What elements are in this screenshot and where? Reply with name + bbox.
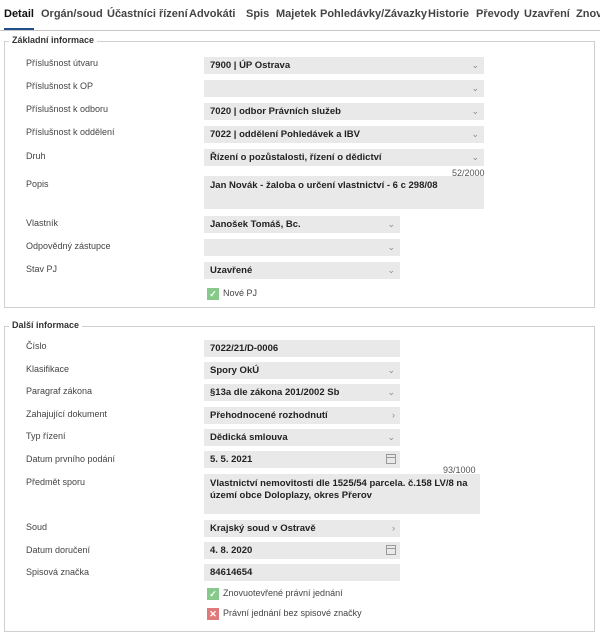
label-cislo: Číslo: [26, 341, 47, 351]
textarea-predmet-sporu[interactable]: Vlastnictví nemovitosti dle 1525/54 parc…: [204, 474, 480, 514]
tab-znovuotevreni[interactable]: Znov: [576, 0, 600, 30]
label-prislusnost-utvaru: Příslušnost útvaru: [26, 58, 99, 68]
label-prislusnost-op: Příslušnost k OP: [26, 81, 94, 91]
input-cislo[interactable]: 7022/21/D-0006: [204, 340, 400, 357]
value-datum-prvniho-podani: 5. 5. 2021: [210, 454, 253, 465]
label-paragraf-zakona: Paragraf zákona: [26, 386, 93, 396]
value-klasifikace: Spory OkÚ: [210, 365, 260, 376]
cross-icon: ✕: [207, 607, 219, 620]
label-nove-pj: Nové PJ: [223, 288, 258, 298]
select-druh[interactable]: Řízení o pozůstalosti, řízení o dědictví…: [204, 149, 484, 166]
value-prislusnost-oddeleni: 7022 | oddělení Pohledávek a IBV: [210, 129, 360, 140]
checkbox-znovuotevrene-pravni-jednani[interactable]: ✓ Znovuotevřené právní jednání: [207, 586, 343, 600]
value-soud: Krajský soud v Ostravě: [210, 523, 316, 534]
value-prislusnost-utvaru: 7900 | ÚP Ostrava: [210, 60, 291, 71]
chevron-down-icon: ⌄: [471, 106, 479, 116]
select-paragraf-zakona[interactable]: §13a dle zákona 201/2002 Sb ⌄: [204, 384, 400, 401]
label-datum-prvniho-podani: Datum prvního podání: [26, 454, 116, 464]
label-zahajujici-dokument: Zahajující dokument: [26, 409, 108, 419]
label-datum-doruceni: Datum doručení: [26, 545, 91, 555]
select-vlastnik[interactable]: Janošek Tomáš, Bc. ⌄: [204, 216, 400, 233]
chevron-down-icon: ⌄: [387, 432, 395, 442]
chevron-right-icon: ›: [392, 523, 395, 533]
tab-historie[interactable]: Historie: [428, 0, 469, 30]
textarea-popis[interactable]: Jan Novák - žaloba o určení vlastnictví …: [204, 176, 484, 209]
label-typ-rizeni: Typ řízení: [26, 431, 66, 441]
date-datum-prvniho-podani[interactable]: 5. 5. 2021: [204, 451, 400, 468]
select-klasifikace[interactable]: Spory OkÚ ⌄: [204, 362, 400, 379]
tab-prevody[interactable]: Převody: [476, 0, 519, 30]
checkbox-nove-pj[interactable]: ✓ Nové PJ: [207, 286, 257, 300]
checkmark-icon: ✓: [207, 287, 219, 300]
label-klasifikace: Klasifikace: [26, 364, 70, 374]
select-stav-pj[interactable]: Uzavřené ⌄: [204, 262, 400, 279]
calendar-icon[interactable]: [386, 454, 396, 464]
label-vlastnik: Vlastník: [26, 218, 59, 228]
label-soud: Soud: [26, 522, 48, 532]
chevron-right-icon: ›: [392, 410, 395, 420]
tab-bar: Detail Orgán/soud Účastníci řízení Advok…: [0, 0, 600, 31]
chevron-down-icon: ⌄: [471, 83, 479, 93]
basic-info-title: Základní informace: [9, 35, 98, 45]
value-datum-doruceni: 4. 8. 2020: [210, 545, 253, 556]
tab-uzavreni[interactable]: Uzavření: [524, 0, 570, 30]
tab-advokati[interactable]: Advokáti: [189, 0, 235, 30]
select-prislusnost-oddeleni[interactable]: 7022 | oddělení Pohledávek a IBV ⌄: [204, 126, 484, 143]
label-prislusnost-odbor: Příslušnost k odboru: [26, 104, 109, 114]
chevron-down-icon: ⌄: [387, 365, 395, 375]
chevron-down-icon: ⌄: [471, 152, 479, 162]
value-zahajujici-dokument: Přehodnocené rozhodnutí: [210, 410, 328, 421]
label-prislusnost-oddeleni: Příslušnost k oddělení: [26, 127, 115, 137]
value-stav-pj: Uzavřené: [210, 265, 253, 276]
value-druh: Řízení o pozůstalosti, řízení o dědictví: [210, 152, 382, 163]
value-prislusnost-odbor: 7020 | odbor Právních služeb: [210, 106, 341, 117]
label-spisova-znacka: Spisová značka: [26, 567, 90, 577]
checkbox-bez-spisove-znacky[interactable]: ✕ Právní jednání bez spisové značky: [207, 606, 362, 620]
label-znovuotevrene-pravni-jednani: Znovuotevřené právní jednání: [223, 588, 343, 598]
label-odpovedny-zastupce: Odpovědný zástupce: [26, 241, 111, 251]
value-paragraf-zakona: §13a dle zákona 201/2002 Sb: [210, 387, 340, 398]
label-druh: Druh: [26, 151, 46, 161]
tab-pohledavky-zavazky[interactable]: Pohledávky/Závazky: [320, 0, 427, 30]
date-datum-doruceni[interactable]: 4. 8. 2020: [204, 542, 400, 559]
tab-organ-soud[interactable]: Orgán/soud: [41, 0, 103, 30]
select-zahajujici-dokument[interactable]: Přehodnocené rozhodnutí ›: [204, 407, 400, 424]
input-spisova-znacka[interactable]: 84614654: [204, 564, 400, 581]
tab-spis[interactable]: Spis: [246, 0, 269, 30]
label-popis: Popis: [26, 179, 49, 189]
select-soud[interactable]: Krajský soud v Ostravě ›: [204, 520, 400, 537]
select-odpovedny-zastupce[interactable]: ⌄: [204, 239, 400, 256]
select-prislusnost-odbor[interactable]: 7020 | odbor Právních služeb ⌄: [204, 103, 484, 120]
label-stav-pj: Stav PJ: [26, 264, 58, 274]
label-predmet-sporu: Předmět sporu: [26, 477, 86, 487]
chevron-down-icon: ⌄: [387, 265, 395, 275]
calendar-icon[interactable]: [386, 545, 396, 555]
value-typ-rizeni: Dědická smlouva: [210, 432, 288, 443]
chevron-down-icon: ⌄: [471, 129, 479, 139]
select-prislusnost-op[interactable]: ⌄: [204, 80, 484, 97]
more-info-title: Další informace: [9, 320, 83, 330]
chevron-down-icon: ⌄: [471, 60, 479, 70]
select-prislusnost-utvaru[interactable]: 7900 | ÚP Ostrava ⌄: [204, 57, 484, 74]
label-bez-spisove-znacky: Právní jednání bez spisové značky: [223, 608, 362, 618]
chevron-down-icon: ⌄: [387, 387, 395, 397]
chevron-down-icon: ⌄: [387, 242, 395, 252]
tab-majetek[interactable]: Majetek: [276, 0, 316, 30]
tab-ucastnici-rizeni[interactable]: Účastníci řízení: [107, 0, 188, 30]
checkmark-icon: ✓: [207, 587, 219, 600]
tab-detail[interactable]: Detail: [4, 0, 34, 30]
chevron-down-icon: ⌄: [387, 219, 395, 229]
select-typ-rizeni[interactable]: Dědická smlouva ⌄: [204, 429, 400, 446]
value-vlastnik: Janošek Tomáš, Bc.: [210, 219, 301, 230]
